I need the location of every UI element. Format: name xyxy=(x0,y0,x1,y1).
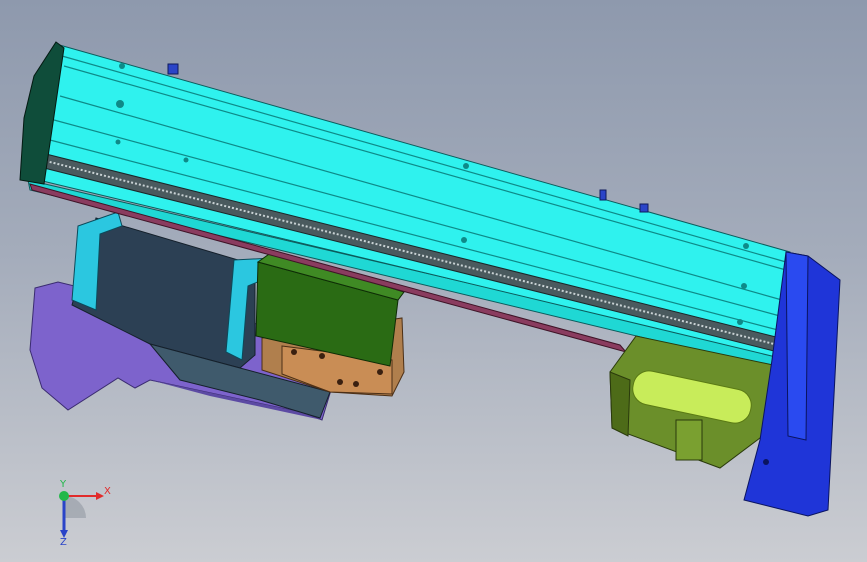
y-axis-label: Y xyxy=(60,479,67,490)
motor-terminal-box[interactable] xyxy=(675,419,703,461)
x-axis-arrowhead xyxy=(96,492,104,500)
cad-viewport[interactable]: X Y Z xyxy=(0,0,867,562)
y-axis-dot xyxy=(59,491,69,501)
z-axis-label: Z xyxy=(60,537,67,548)
end-plate-face xyxy=(785,251,809,441)
axis-triad[interactable]: X Y Z xyxy=(40,478,120,548)
end-plate-bolt xyxy=(763,459,769,465)
assembly-model[interactable] xyxy=(0,0,867,562)
x-axis-label: X xyxy=(104,486,111,497)
motor-housing-side xyxy=(609,371,631,437)
